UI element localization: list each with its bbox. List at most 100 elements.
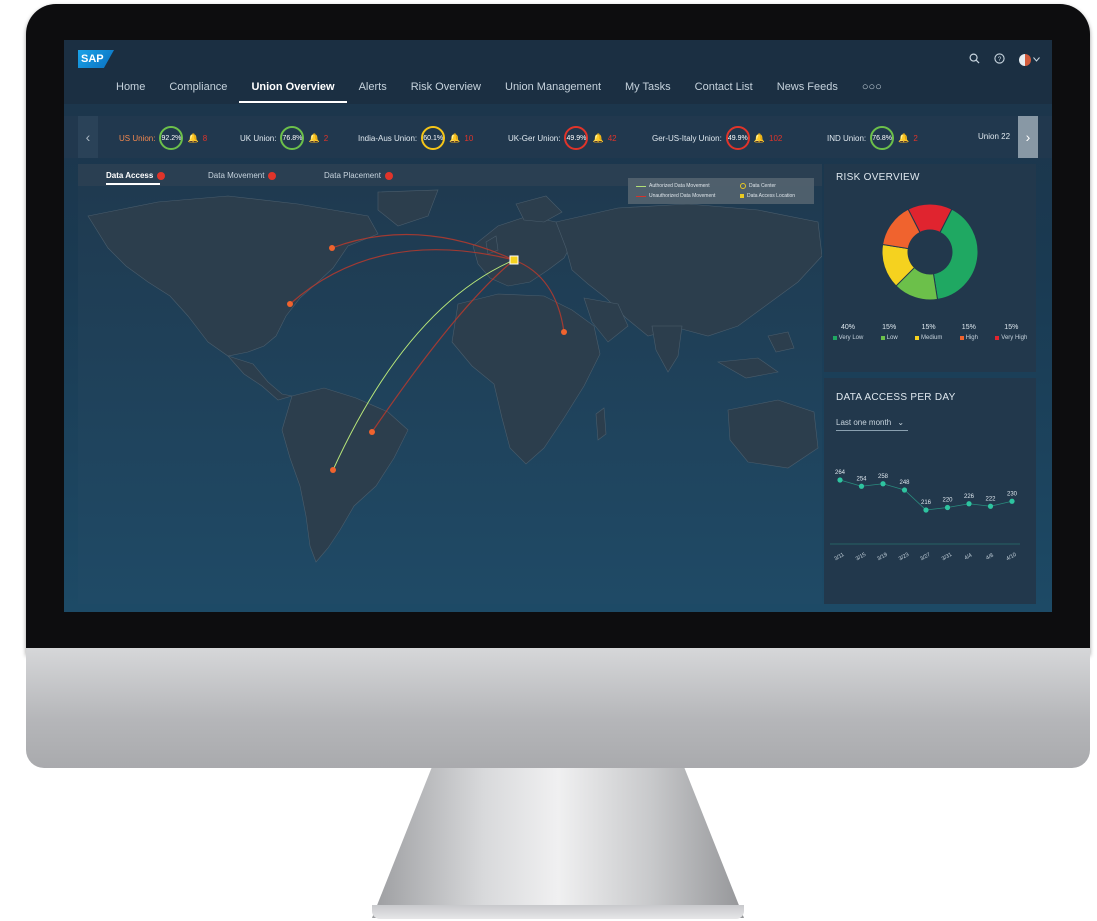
union-gauge: 92.2%	[159, 126, 184, 150]
union-card[interactable]: UK-Ger Union: 49.9% 🔔 42	[508, 126, 617, 150]
data-point[interactable]	[944, 504, 951, 511]
monitor-chin	[26, 648, 1090, 768]
subtab-data-access[interactable]: Data Access	[106, 171, 166, 180]
data-point[interactable]	[923, 507, 929, 513]
subtab-data-movement[interactable]: Data Movement	[208, 171, 277, 180]
help-icon[interactable]: ?	[994, 52, 1005, 67]
x-tick-label: 3/15	[855, 552, 867, 563]
carousel-next-button[interactable]: ›	[1018, 116, 1038, 158]
legend-access-location: Data Access Location	[740, 193, 795, 199]
access-location-marker[interactable]	[330, 467, 336, 473]
risk-overview-card: RISK OVERVIEW 40% Very Low 15% Low 15% M…	[824, 164, 1036, 372]
tab-news-feeds[interactable]: News Feeds	[765, 81, 850, 103]
union-name: UK-Ger Union:	[508, 133, 561, 143]
union-name: India-Aus Union:	[358, 133, 418, 143]
union-gauge: 76.8%	[870, 126, 895, 150]
range-select[interactable]: Last one month ⌄	[836, 418, 908, 431]
access-location-marker[interactable]	[287, 301, 293, 307]
union-card[interactable]: UK Union: 76.8% 🔔 2	[240, 126, 328, 150]
risk-legend-item: 15% Low	[880, 324, 898, 341]
risk-legend: 40% Very Low 15% Low 15% Medium 15% High…	[824, 324, 1036, 341]
access-location-marker[interactable]	[561, 329, 567, 335]
data-label: 230	[1007, 491, 1018, 497]
data-label: 248	[899, 480, 910, 486]
data-point[interactable]	[1009, 498, 1015, 504]
carousel-prev-button[interactable]: ‹	[78, 116, 98, 158]
data-point[interactable]	[987, 503, 994, 509]
union-gauge: 49.9%	[564, 126, 589, 150]
union-carousel: ‹ › US Union: 92.2% 🔔 8 UK Union: 76.8% …	[64, 116, 1052, 158]
sap-logo[interactable]: SAP	[78, 50, 114, 68]
tab-home[interactable]: Home	[104, 81, 157, 103]
union-card[interactable]: IND Union: 76.8% 🔔 2	[827, 126, 918, 150]
data-point[interactable]	[901, 487, 908, 493]
bell-icon: 🔔	[592, 132, 604, 143]
legend-unauthorized: Unauthorized Data Movement	[636, 193, 715, 199]
data-point[interactable]	[858, 483, 865, 489]
data-point[interactable]	[966, 501, 972, 507]
data-label: 264	[835, 470, 846, 476]
tab-my-tasks[interactable]: My Tasks	[613, 81, 683, 103]
risk-legend-item: 15% Medium	[914, 324, 942, 341]
alert-count: 2	[323, 133, 329, 143]
x-tick-label: 4/4	[964, 553, 974, 562]
data-point[interactable]	[837, 477, 843, 483]
range-value: Last one month	[836, 418, 892, 427]
data-access-line-chart[interactable]: 264 3/11 254 3/15 258 3/19 248 3/23 216 3/27 220 3/…	[824, 448, 1036, 588]
search-icon[interactable]	[969, 52, 980, 67]
bell-icon: 🔔	[308, 132, 320, 143]
tab-risk-overview[interactable]: Risk Overview	[399, 81, 493, 103]
subtab-label: Data Movement	[208, 171, 265, 180]
data-label: 220	[942, 498, 953, 504]
subtab-label: Data Access	[106, 171, 154, 180]
risk-donut-chart[interactable]	[824, 196, 1036, 316]
tab-union-overview[interactable]: Union Overview	[239, 81, 347, 103]
union-gauge: 60.1%	[421, 126, 446, 150]
union-card[interactable]: Union 22	[978, 132, 1010, 141]
user-menu[interactable]	[1019, 53, 1040, 66]
alert-count: 2	[913, 133, 918, 143]
data-label: 258	[878, 474, 889, 480]
union-card[interactable]: US Union: 92.2% 🔔 8	[119, 126, 207, 150]
x-tick-label: 3/23	[898, 552, 910, 563]
data-access-card: DATA ACCESS PER DAY Last one month ⌄ 264…	[824, 378, 1036, 604]
access-location-marker[interactable]	[369, 429, 375, 435]
shell-actions: ?	[969, 52, 1040, 67]
risk-legend-item: 15% Very High	[995, 324, 1027, 341]
x-tick-label: 3/19	[876, 552, 888, 563]
map-legend: Authorized Data Movement Unauthorized Da…	[628, 178, 814, 204]
union-card[interactable]: Ger-US-Italy Union: 49.9% 🔔 102	[652, 126, 782, 150]
union-name: IND Union:	[827, 133, 867, 143]
x-tick-label: 3/27	[919, 552, 931, 563]
access-location-marker[interactable]	[329, 245, 335, 251]
subtab-label: Data Placement	[324, 171, 381, 180]
tab-contact-list[interactable]: Contact List	[683, 81, 765, 103]
alert-badge	[384, 171, 393, 180]
union-gauge: 76.8%	[280, 126, 305, 150]
union-card[interactable]: India-Aus Union: 60.1% 🔔 10	[358, 126, 473, 150]
side-panel: RISK OVERVIEW 40% Very Low 15% Low 15% M…	[824, 164, 1036, 604]
risk-legend-item: 40% Very Low	[832, 324, 863, 341]
shell-bar: SAP ? Home Compliance Union Overview Ale…	[64, 40, 1052, 104]
legend-data-center: Data Center	[740, 183, 776, 189]
x-tick-label: 4/8	[985, 553, 995, 562]
map-panel: Data Access Data Movement Data Placement	[78, 164, 822, 604]
x-tick-label: 3/11	[834, 552, 846, 562]
alert-count: 102	[769, 133, 783, 143]
data-center-marker[interactable]	[509, 255, 519, 265]
overflow-menu[interactable]: ○○○	[850, 81, 894, 103]
union-name: US Union:	[119, 133, 156, 143]
data-label: 222	[985, 496, 996, 502]
risk-legend-item: 15% High	[959, 324, 978, 341]
union-name: Ger-US-Italy Union:	[652, 133, 722, 143]
data-label: 216	[921, 500, 932, 506]
data-point[interactable]	[880, 481, 886, 487]
tab-alerts[interactable]: Alerts	[347, 81, 399, 103]
world-map[interactable]	[78, 186, 822, 604]
alert-badge	[268, 171, 277, 180]
tab-union-management[interactable]: Union Management	[493, 81, 613, 103]
tab-compliance[interactable]: Compliance	[157, 81, 239, 103]
alert-count: 42	[607, 133, 617, 143]
data-label: 226	[964, 494, 975, 500]
subtab-data-placement[interactable]: Data Placement	[324, 171, 393, 180]
